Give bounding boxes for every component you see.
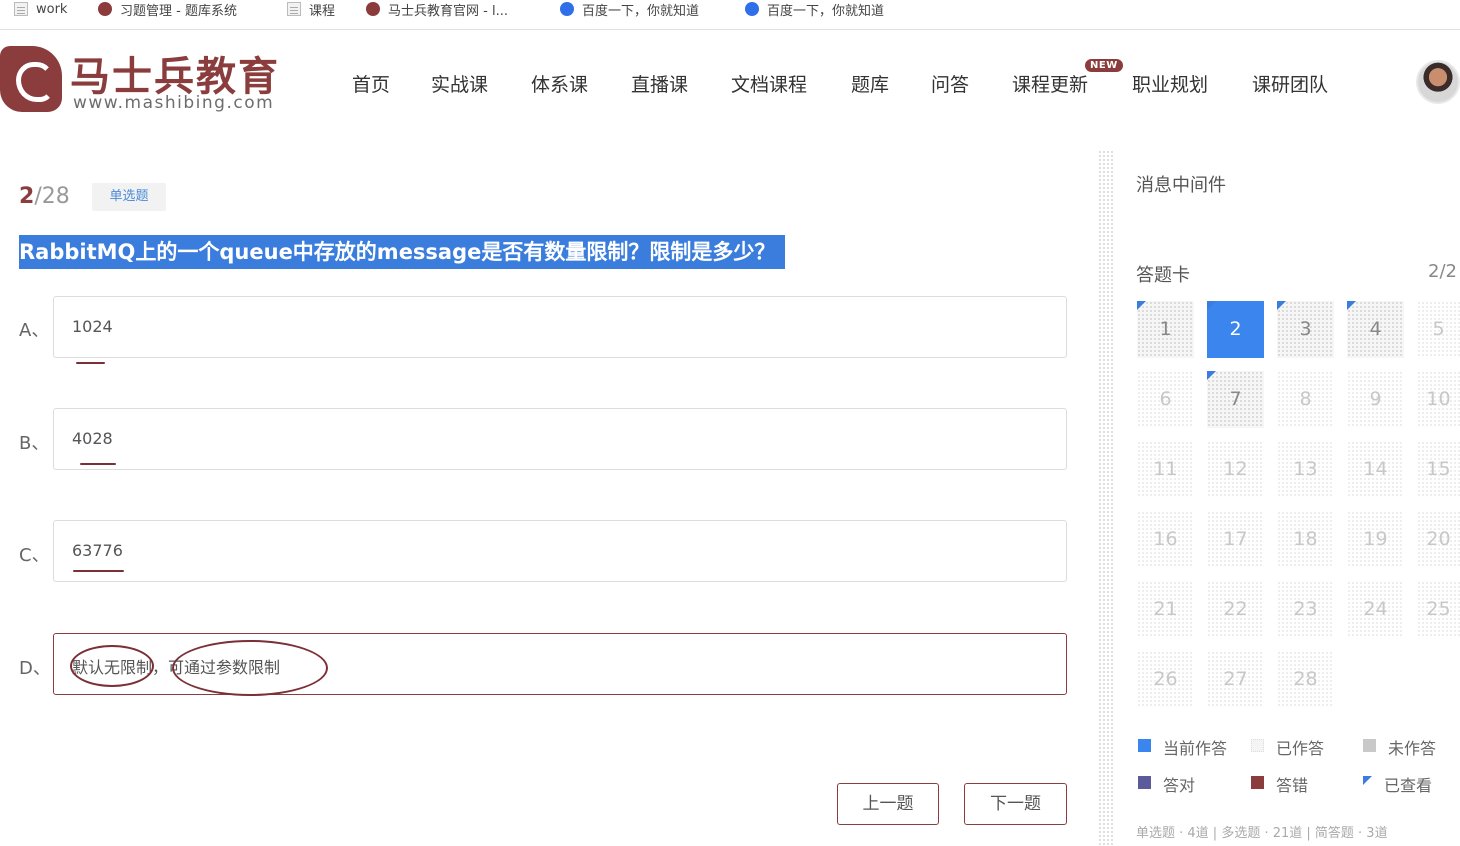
page-icon — [287, 2, 301, 16]
viewed-marker-icon — [1207, 301, 1216, 310]
question-type-summary: 单选题 · 4道 | 多选题 · 21道 | 简答题 · 3道 — [1136, 826, 1388, 841]
mashibing-icon — [98, 2, 112, 16]
answer-cell-9[interactable]: 9 — [1347, 371, 1404, 428]
baidu-icon — [560, 2, 574, 16]
brand-logo-icon[interactable] — [0, 46, 62, 112]
option-c[interactable]: 63776 — [53, 520, 1067, 582]
nav-home[interactable]: 首页 — [352, 70, 390, 97]
option-a-text: 1024 — [72, 317, 113, 336]
user-avatar[interactable] — [1416, 60, 1460, 104]
answer-cell-16[interactable]: 16 — [1137, 511, 1194, 568]
ink-underline — [80, 463, 116, 465]
answer-cell-2[interactable]: 2 — [1207, 301, 1264, 358]
prev-question-button[interactable]: 上一题 — [837, 783, 939, 825]
viewed-marker-icon — [1277, 301, 1286, 310]
new-badge: NEW — [1085, 59, 1123, 72]
answer-cell-23[interactable]: 23 — [1277, 581, 1334, 638]
nav-question-bank[interactable]: 题库 — [851, 70, 889, 97]
nav-qa[interactable]: 问答 — [931, 70, 969, 97]
answer-cell-19[interactable]: 19 — [1347, 511, 1404, 568]
nav-system-course[interactable]: 体系课 — [531, 70, 588, 97]
legend-wrong: 答错 — [1276, 776, 1309, 795]
answer-cell-13[interactable]: 13 — [1277, 441, 1334, 498]
current-swatch-icon — [1138, 739, 1151, 752]
answer-cell-8[interactable]: 8 — [1277, 371, 1334, 428]
next-question-button[interactable]: 下一题 — [964, 783, 1067, 825]
question-type-badge: 单选题 — [92, 183, 166, 211]
answer-cell-25[interactable]: 25 — [1417, 581, 1460, 638]
bookmark-baidu-1[interactable]: 百度一下，你就知道 — [560, 0, 699, 19]
category-title: 消息中间件 — [1136, 175, 1226, 196]
answer-cell-17[interactable]: 17 — [1207, 511, 1264, 568]
bookmark-mashibing-site[interactable]: 马士兵教育官网 - l... — [366, 0, 508, 19]
legend-current: 当前作答 — [1163, 739, 1228, 758]
option-a-letter: A、 — [19, 320, 50, 341]
bookmark-work[interactable]: work — [14, 0, 67, 18]
panel-divider — [1098, 150, 1114, 846]
option-a[interactable]: 1024 — [53, 296, 1067, 358]
ink-circle — [70, 645, 154, 687]
nav-course-updates[interactable]: 课程更新 — [1012, 70, 1088, 97]
nav-document-course[interactable]: 文档课程 — [731, 70, 807, 97]
viewed-swatch-icon — [1363, 776, 1372, 785]
answer-cell-26[interactable]: 26 — [1137, 651, 1194, 708]
answer-cell-12[interactable]: 12 — [1207, 441, 1264, 498]
answer-cell-11[interactable]: 11 — [1137, 441, 1194, 498]
answer-cell-22[interactable]: 22 — [1207, 581, 1264, 638]
viewed-marker-icon — [1347, 301, 1356, 310]
page-icon — [14, 2, 28, 16]
viewed-marker-icon — [1137, 301, 1146, 310]
viewed-marker-icon — [1207, 371, 1216, 380]
answer-cell-27[interactable]: 27 — [1207, 651, 1264, 708]
answer-cell-21[interactable]: 21 — [1137, 581, 1194, 638]
unanswered-swatch-icon — [1363, 739, 1376, 752]
nav-practical-course[interactable]: 实战课 — [431, 70, 488, 97]
bookmark-course[interactable]: 课程 — [287, 0, 335, 19]
wrong-swatch-icon — [1251, 776, 1264, 789]
answer-cell-6[interactable]: 6 — [1137, 371, 1194, 428]
baidu-icon — [745, 2, 759, 16]
ink-underline — [73, 570, 124, 572]
answer-cell-24[interactable]: 24 — [1347, 581, 1404, 638]
answer-cell-3[interactable]: 3 — [1277, 301, 1334, 358]
answer-cell-7[interactable]: 7 — [1207, 371, 1264, 428]
nav-research-team[interactable]: 课研团队 — [1252, 70, 1328, 97]
ink-circle — [172, 640, 328, 696]
answer-cell-14[interactable]: 14 — [1347, 441, 1404, 498]
answer-cell-20[interactable]: 20 — [1417, 511, 1460, 568]
legend-answered: 已作答 — [1276, 739, 1325, 758]
answer-card-count: 2/2 — [1428, 261, 1457, 282]
correct-swatch-icon — [1138, 776, 1151, 789]
option-b[interactable]: 4028 — [53, 408, 1067, 470]
answer-cell-1[interactable]: 1 — [1137, 301, 1194, 358]
legend-viewed: 已查看 — [1384, 776, 1433, 795]
option-c-text: 63776 — [72, 541, 123, 560]
legend-correct: 答对 — [1163, 776, 1196, 795]
question-title: RabbitMQ上的一个queue中存放的message是否有数量限制？限制是多… — [19, 235, 786, 269]
answer-cell-18[interactable]: 18 — [1277, 511, 1334, 568]
answered-swatch-icon — [1251, 739, 1264, 752]
answer-cell-28[interactable]: 28 — [1277, 651, 1334, 708]
answer-cell-15[interactable]: 15 — [1417, 441, 1460, 498]
option-d-letter: D、 — [19, 658, 51, 679]
nav-live-course[interactable]: 直播课 — [631, 70, 688, 97]
ink-underline — [76, 362, 105, 364]
bookmark-baidu-2[interactable]: 百度一下，你就知道 — [745, 0, 884, 19]
option-c-letter: C、 — [19, 545, 50, 566]
legend-unanswered: 未作答 — [1388, 739, 1437, 758]
option-b-text: 4028 — [72, 429, 113, 448]
answer-cell-4[interactable]: 4 — [1347, 301, 1404, 358]
nav-career-planning[interactable]: 职业规划 — [1132, 70, 1208, 97]
mashibing-icon — [366, 2, 380, 16]
bookmarks-bar: work 习题管理 - 题库系统 课程 马士兵教育官网 - l... 百度一下，… — [0, 0, 1460, 30]
brand-url: www.mashibing.com — [73, 93, 275, 113]
answer-card-title: 答题卡 — [1136, 265, 1190, 286]
answer-cell-10[interactable]: 10 — [1417, 371, 1460, 428]
bookmark-question-management[interactable]: 习题管理 - 题库系统 — [98, 0, 237, 19]
answer-cell-5[interactable]: 5 — [1417, 301, 1460, 358]
option-b-letter: B、 — [19, 433, 50, 454]
question-progress: 2/28 — [19, 184, 70, 209]
